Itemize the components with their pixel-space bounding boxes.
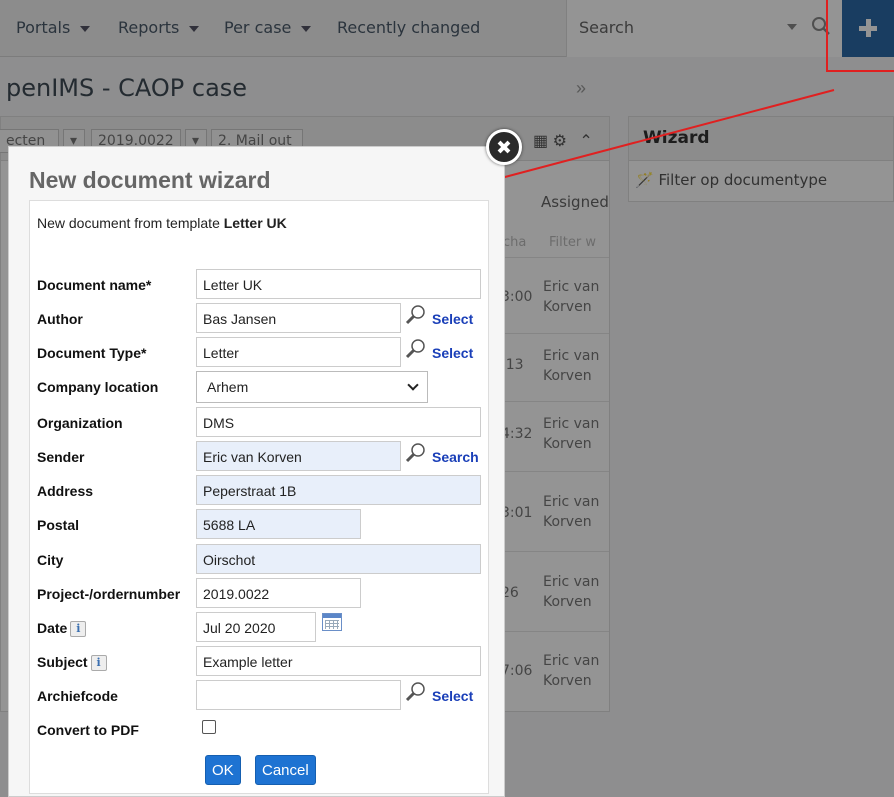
subject-label: Subject i [37, 654, 107, 672]
project-ordernumber-label: Project-/ordernumber [37, 586, 181, 602]
search-icon[interactable] [405, 339, 427, 359]
search-icon[interactable] [405, 682, 427, 702]
address-label: Address [37, 483, 94, 499]
subject-field[interactable]: Example letter [196, 646, 481, 676]
wizard-form: New document from template Letter UK Doc… [29, 200, 489, 794]
date-label: Date i [37, 620, 87, 638]
address-field[interactable]: Peperstraat 1B [196, 475, 481, 505]
postal-field[interactable]: 5688 LA [196, 509, 361, 539]
date-field[interactable]: Jul 20 2020 [196, 612, 316, 642]
sender-label: Sender [37, 449, 85, 465]
city-field[interactable]: Oirschot [196, 544, 481, 574]
search-icon[interactable] [405, 443, 427, 463]
template-intro: New document from template Letter UK [37, 215, 287, 231]
sender-field[interactable]: Eric van Korven [196, 441, 401, 471]
document-name-label: Document name* [37, 277, 152, 293]
document-type-select-link[interactable]: Select [432, 345, 473, 361]
author-select-link[interactable]: Select [432, 311, 473, 327]
ok-button[interactable]: OK [205, 755, 241, 785]
city-label: City [37, 552, 64, 568]
company-location-select[interactable]: Arhem [196, 371, 428, 403]
close-dialog-button[interactable] [486, 129, 522, 165]
document-type-field[interactable]: Letter [196, 337, 401, 367]
postal-label: Postal [37, 517, 80, 533]
document-type-label: Document Type* [37, 345, 147, 361]
company-location-label: Company location [37, 379, 159, 395]
new-document-wizard-dialog: New document wizard New document from te… [8, 146, 505, 797]
document-name-field[interactable]: Letter UK [196, 269, 481, 299]
organization-label: Organization [37, 415, 123, 431]
info-icon[interactable]: i [90, 655, 107, 672]
info-icon[interactable]: i [70, 621, 87, 638]
author-field[interactable]: Bas Jansen [196, 303, 401, 333]
chevron-down-icon [407, 379, 419, 391]
author-label: Author [37, 311, 83, 327]
archiefcode-label: Archiefcode [37, 688, 118, 704]
convert-to-pdf-checkbox[interactable] [202, 720, 216, 734]
dialog-title: New document wizard [29, 167, 271, 193]
search-icon[interactable] [405, 305, 427, 325]
archiefcode-select-link[interactable]: Select [432, 688, 473, 704]
convert-to-pdf-label: Convert to PDF [37, 722, 139, 738]
archiefcode-field[interactable] [196, 680, 401, 710]
annotation-highlight [826, 0, 894, 72]
cancel-button[interactable]: Cancel [255, 755, 316, 785]
organization-field[interactable]: DMS [196, 407, 481, 437]
project-ordernumber-field[interactable]: 2019.0022 [196, 578, 361, 608]
sender-search-link[interactable]: Search [432, 449, 479, 465]
calendar-icon[interactable] [322, 613, 342, 631]
